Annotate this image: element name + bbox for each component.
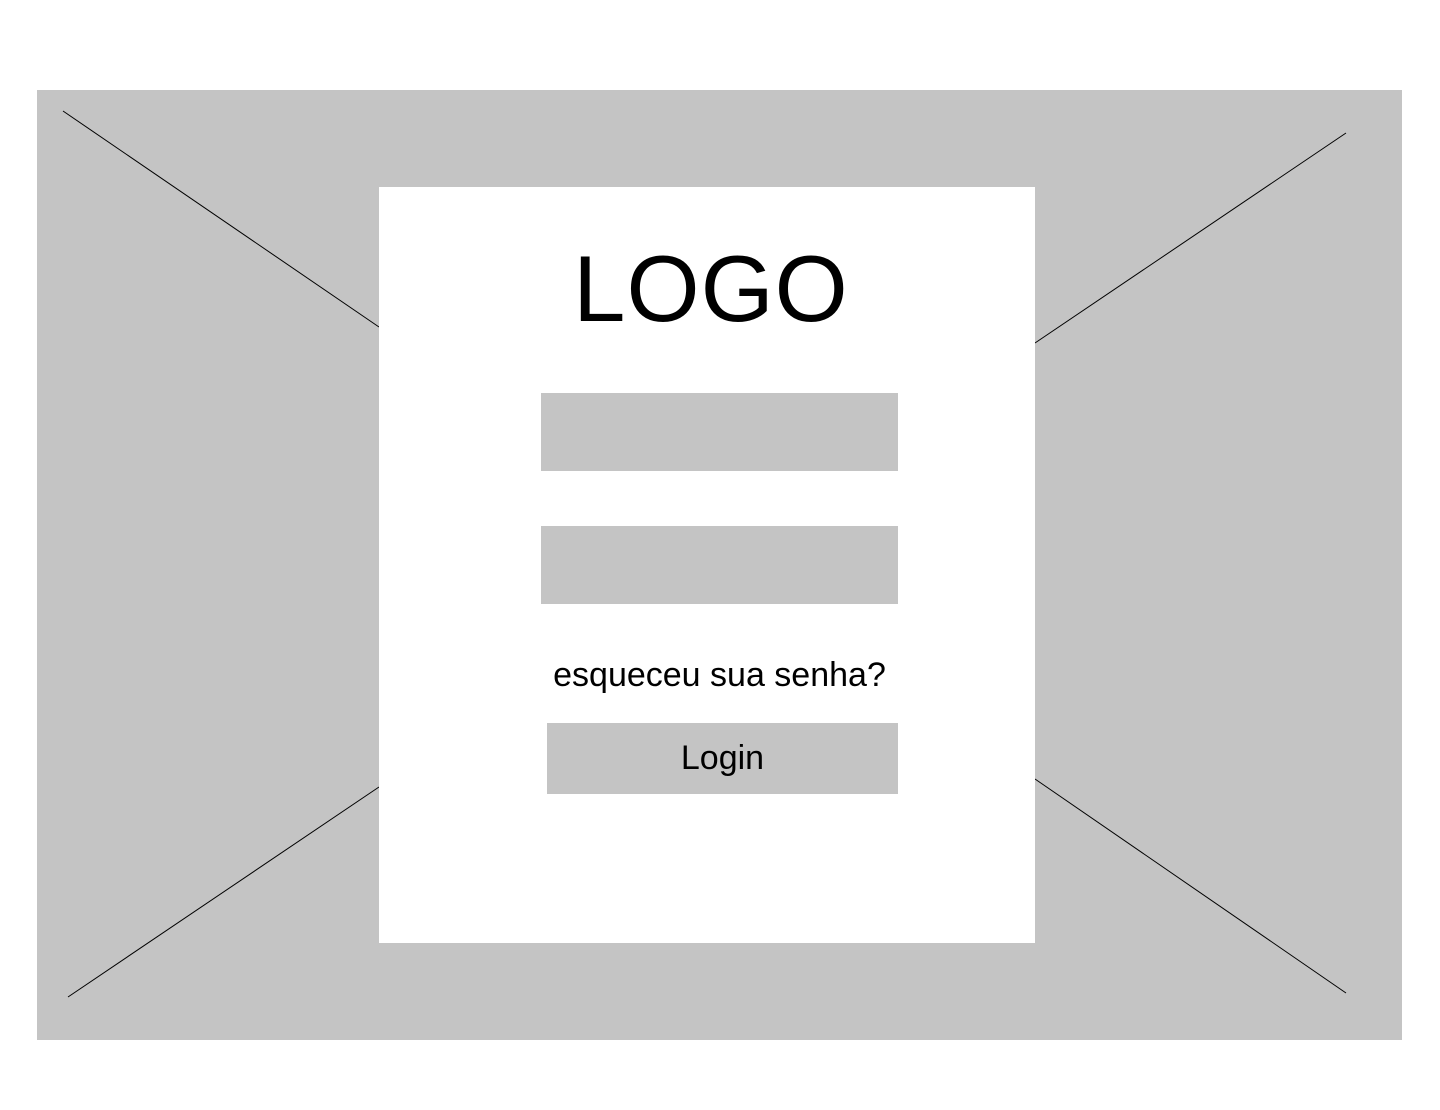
forgot-password-link[interactable]: esqueceu sua senha? [541, 655, 898, 695]
logo: LOGO [573, 236, 849, 341]
login-page: LOGO esqueceu sua senha? Login [0, 0, 1440, 1110]
login-card: LOGO esqueceu sua senha? Login [379, 187, 1035, 943]
password-input[interactable] [541, 526, 898, 604]
login-button[interactable]: Login [547, 723, 898, 794]
username-input[interactable] [541, 393, 898, 471]
